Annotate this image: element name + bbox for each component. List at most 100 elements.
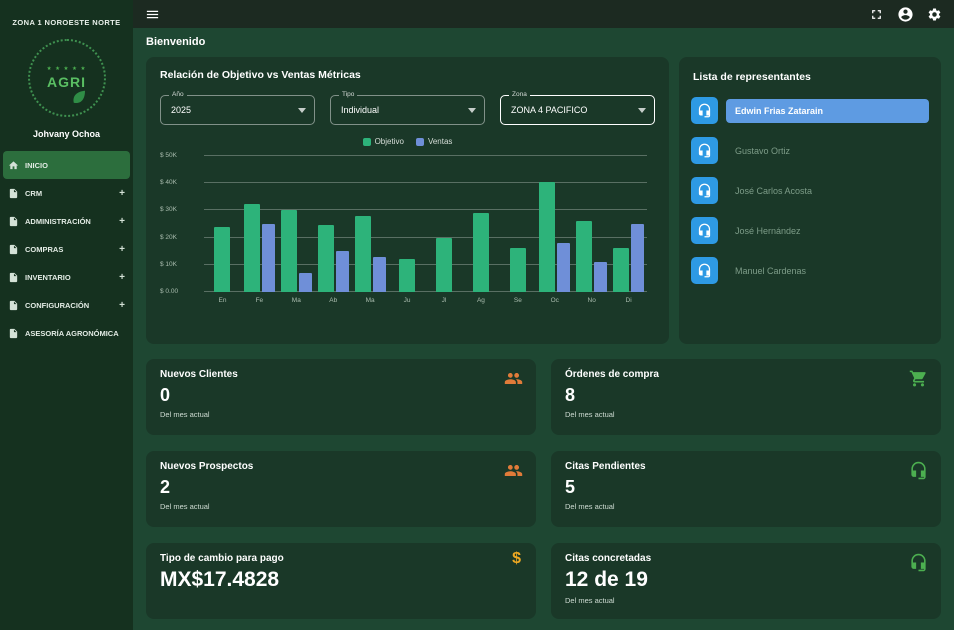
y-tick-label: $ 50K [160,152,177,159]
x-tick-label: Ju [389,297,426,304]
y-tick-label: $ 30K [160,206,177,213]
rep-name: Manuel Cardenas [726,259,929,283]
zona-select-value: ZONA 4 PACIFICO [511,105,587,115]
sidebar-item-asesoria-agronomica[interactable]: ASESORÍA AGRONÓMICA [0,319,133,347]
x-tick-label: Fe [241,297,278,304]
bar-objetivo [244,204,260,292]
user-name: Johvany Ochoa [0,129,133,139]
x-tick-label: Di [610,297,647,304]
file-icon [8,244,19,255]
account-icon[interactable] [897,6,914,23]
stat-subtitle: Del mes actual [160,502,522,511]
stat-title: Órdenes de compra [565,369,927,380]
rep-item-gustavo[interactable]: Gustavo Ortiz [691,137,929,164]
sidebar-item-inicio[interactable]: INICIO [3,151,130,179]
fullscreen-icon[interactable] [869,7,884,22]
chevron-down-icon [298,108,306,113]
page-title: Bienvenido [146,36,941,48]
bar-ventas [557,243,570,292]
zone-title: ZONA 1 NOROESTE NORTE [4,18,129,27]
x-tick-label: Ma [352,297,389,304]
bar-group [315,156,352,292]
stat-card-citas-concretadas: Citas concretadas 12 de 19 Del mes actua… [551,543,941,619]
bar-objetivo [281,210,297,292]
stat-subtitle: Del mes actual [565,410,927,419]
tipo-select-label: Tipo [339,91,357,98]
x-tick-label: Ma [278,297,315,304]
chart-filters: Año 2025 Tipo Individual Zona ZONA 4 PAC… [160,95,655,125]
stat-value: 0 [160,385,522,406]
stat-card-ordenes-compra: Órdenes de compra 8 Del mes actual [551,359,941,435]
bar-chart: $ 0.00$ 10K$ 20K$ 30K$ 40K$ 50K [204,156,647,292]
main-area: Bienvenido Relación de Objetivo vs Venta… [133,0,954,630]
tipo-select[interactable]: Tipo Individual [330,95,485,125]
stat-value: MX$17.4828 [160,568,522,592]
bar-group [573,156,610,292]
support-agent-icon [691,177,718,204]
bar-group [278,156,315,292]
x-tick-label: En [204,297,241,304]
chart-bars [204,156,647,292]
bar-group [204,156,241,292]
legend-ventas: Ventas [416,137,452,146]
stat-value: 12 de 19 [565,568,927,592]
stat-title: Citas Pendientes [565,461,927,472]
file-icon [8,328,19,339]
year-select-label: Año [169,91,187,98]
stat-title: Nuevos Prospectos [160,461,522,472]
expand-icon: + [119,272,125,283]
rep-name: Gustavo Ortiz [726,139,929,163]
bar-objetivo [399,259,415,292]
bar-objetivo [318,225,334,292]
sidebar: ZONA 1 NOROESTE NORTE ★ ★ ★ ★ ★ AGRI Joh… [0,0,133,630]
menu-icon[interactable] [145,7,160,22]
sidebar-item-administracion[interactable]: ADMINISTRACIÓN + [0,207,133,235]
stat-value: 5 [565,477,927,498]
chevron-down-icon [638,108,646,113]
expand-icon: + [119,188,125,199]
sidebar-item-label: INVENTARIO [25,273,71,282]
bar-objetivo [436,238,452,292]
x-tick-label: No [573,297,610,304]
x-tick-label: Ab [315,297,352,304]
leaf-icon [70,87,88,105]
bar-ventas [373,257,386,292]
representatives-card: Lista de representantes Edwin Frias Zata… [679,57,941,344]
support-agent-icon [691,137,718,164]
rep-item-edwin[interactable]: Edwin Frias Zatarain [691,97,929,124]
year-select[interactable]: Año 2025 [160,95,315,125]
file-icon [8,216,19,227]
stat-card-nuevos-clientes: Nuevos Clientes 0 Del mes actual [146,359,536,435]
topbar [133,0,954,28]
sidebar-item-configuracion[interactable]: CONFIGURACIÓN + [0,291,133,319]
y-tick-label: $ 0.00 [160,288,178,295]
bar-group [536,156,573,292]
stat-title: Nuevos Clientes [160,369,522,380]
zona-select[interactable]: Zona ZONA 4 PACIFICO [500,95,655,125]
gear-icon[interactable] [927,7,942,22]
rep-item-jose-hernandez[interactable]: José Hernández [691,217,929,244]
logo-stars: ★ ★ ★ ★ ★ [47,66,87,72]
sidebar-item-label: CRM [25,189,42,198]
x-tick-label: Ag [462,297,499,304]
sidebar-item-crm[interactable]: CRM + [0,179,133,207]
bar-group [389,156,426,292]
sidebar-item-compras[interactable]: COMPRAS + [0,235,133,263]
sidebar-item-label: ASESORÍA AGRONÓMICA [25,329,119,338]
sidebar-item-inventario[interactable]: INVENTARIO + [0,263,133,291]
bar-ventas [262,224,275,292]
people-icon [504,369,523,388]
bar-ventas [631,224,644,292]
bar-objetivo [355,216,371,292]
bar-group [352,156,389,292]
chevron-down-icon [468,108,476,113]
rep-item-manuel[interactable]: Manuel Cardenas [691,257,929,284]
year-select-value: 2025 [171,105,191,115]
bar-objetivo [576,221,592,292]
objetivo-swatch [363,138,371,146]
bar-group [241,156,278,292]
sidebar-item-label: INICIO [25,161,48,170]
rep-item-jose-carlos[interactable]: José Carlos Acosta [691,177,929,204]
bar-ventas [299,273,312,292]
stat-value: 8 [565,385,927,406]
